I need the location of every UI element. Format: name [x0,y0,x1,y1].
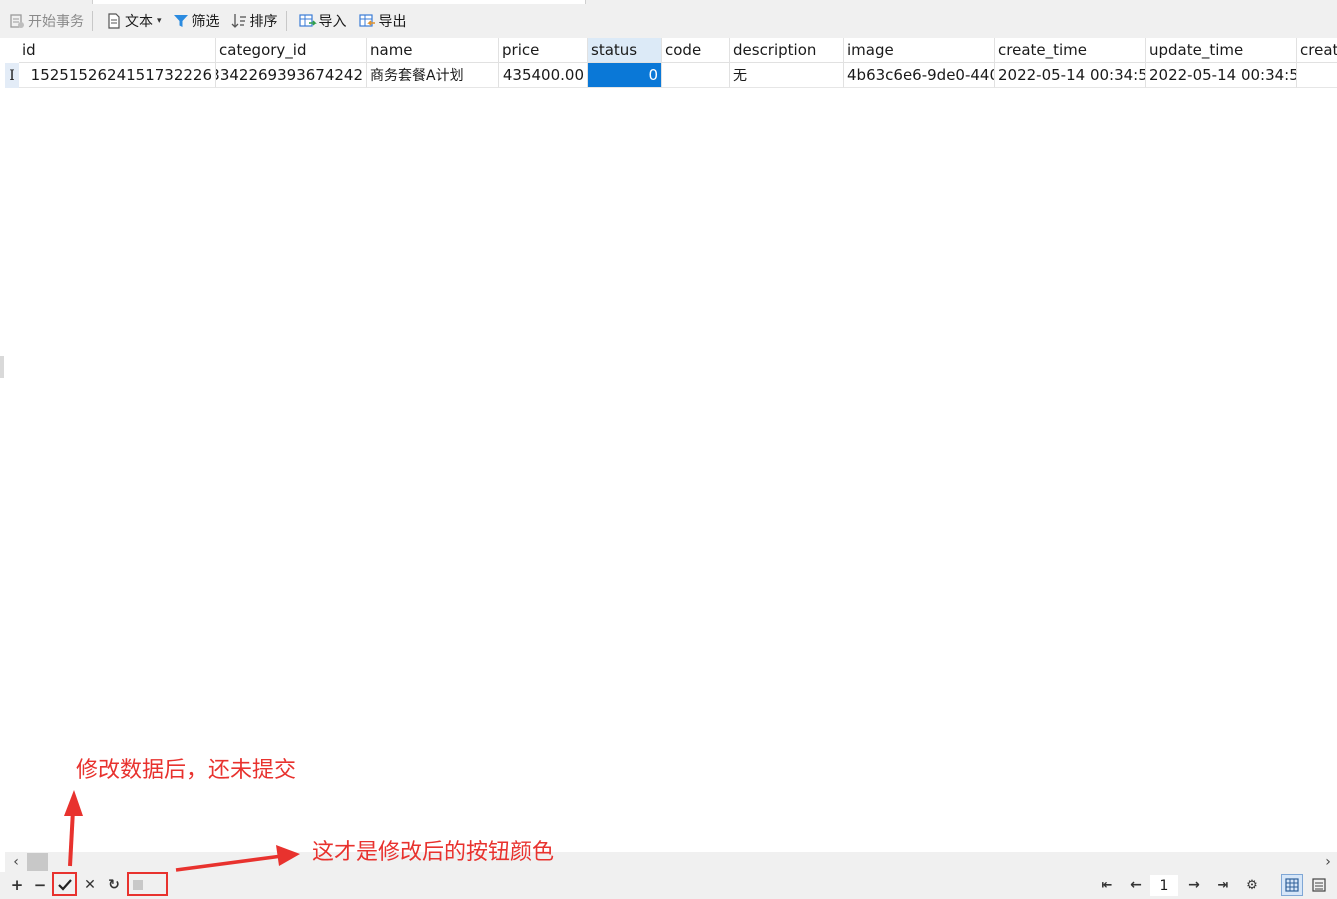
grid-view-icon[interactable] [1281,874,1303,896]
cell-create-time[interactable]: 2022-05-14 00:34:56 [995,63,1146,88]
toolbar-divider [92,11,93,31]
scrollbar-thumb[interactable] [27,853,48,871]
refresh-icon[interactable]: ↻ [104,875,124,895]
bottom-bar: + − ✕ ↻ ⇤ ← 1 → ⇥ ⚙ [0,872,1337,899]
horizontal-scrollbar[interactable]: ‹ › [5,852,1337,872]
prev-page-icon[interactable]: ← [1126,875,1146,895]
document-icon [105,12,123,30]
sort-button[interactable]: 排序 [226,8,282,34]
text-view-label: 文本 [125,14,153,30]
import-icon [298,12,317,30]
column-header-create-time[interactable]: create_time [995,38,1146,63]
cell-price[interactable]: 435400.00 [499,63,588,88]
import-label: 导入 [318,14,347,30]
form-view-icon[interactable] [1309,875,1329,895]
grid-header: id category_id name price status code de… [5,38,1337,63]
column-header-creat[interactable]: creat [1297,38,1337,63]
discard-changes-icon[interactable]: ✕ [80,875,100,895]
column-header-category-id[interactable]: category_id [216,38,367,63]
data-grid[interactable]: id category_id name price status code de… [5,38,1337,852]
column-header-price[interactable]: price [499,38,588,63]
import-button[interactable]: 导入 [295,8,351,34]
table-row[interactable]: I 1525152624151732226 3342269393674242 商… [5,63,1337,88]
cell-name[interactable]: 商务套餐A计划 [367,63,499,88]
cell-image[interactable]: 4b63c6e6-9de0-440 [844,63,995,88]
transaction-icon [8,12,26,30]
annotation-note-bottom: 这才是修改后的按钮颜色 [312,840,555,865]
last-page-icon[interactable]: ⇥ [1213,875,1233,895]
column-header-code[interactable]: code [662,38,730,63]
delete-record-icon[interactable]: − [30,875,50,895]
column-header-update-time[interactable]: update_time [1146,38,1297,63]
scroll-right-icon[interactable]: › [1319,852,1337,872]
add-record-icon[interactable]: + [7,875,27,895]
cell-description[interactable]: 无 [730,63,844,88]
cell-code[interactable] [662,63,730,88]
cell-id[interactable]: 1525152624151732226 [19,63,216,88]
gear-icon[interactable]: ⚙ [1242,875,1262,895]
export-icon [358,12,377,30]
cell-status[interactable]: 0 [588,63,662,88]
export-label: 导出 [378,14,407,30]
splitter-handle[interactable] [0,356,4,378]
begin-transaction-button[interactable]: 开始事务 [4,8,88,34]
begin-transaction-label: 开始事务 [28,14,84,30]
filter-label: 筛选 [191,14,220,30]
column-header-status[interactable]: status [588,38,662,63]
cell-update-time[interactable]: 2022-05-14 00:34:56 [1146,63,1297,88]
column-header-name[interactable]: name [367,38,499,63]
annotation-box-apply [52,872,77,896]
scroll-left-icon[interactable]: ‹ [7,852,25,872]
column-header-id[interactable]: id [19,38,216,63]
export-button[interactable]: 导出 [355,8,411,34]
sort-label: 排序 [249,14,278,30]
text-view-button[interactable]: 文本 ▾ [101,8,166,34]
header-gutter [5,38,19,63]
row-edit-marker: I [5,63,19,88]
column-header-image[interactable]: image [844,38,995,63]
page-number[interactable]: 1 [1150,875,1178,896]
column-header-description[interactable]: description [730,38,844,63]
first-page-icon[interactable]: ⇤ [1097,875,1117,895]
cell-category-id[interactable]: 3342269393674242 [216,63,367,88]
cell-creat[interactable] [1297,63,1337,88]
annotation-note-top: 修改数据后，还未提交 [76,758,297,783]
sort-icon [230,12,248,30]
filter-button[interactable]: 筛选 [168,8,224,34]
next-page-icon[interactable]: → [1184,875,1204,895]
annotation-box-indicator [127,872,168,896]
toolbar: 开始事务 文本 ▾ 筛选 排序 导入 导出 [0,4,1337,38]
toolbar-divider [285,11,287,31]
chevron-down-icon[interactable]: ▾ [157,16,162,26]
funnel-icon [172,12,190,30]
